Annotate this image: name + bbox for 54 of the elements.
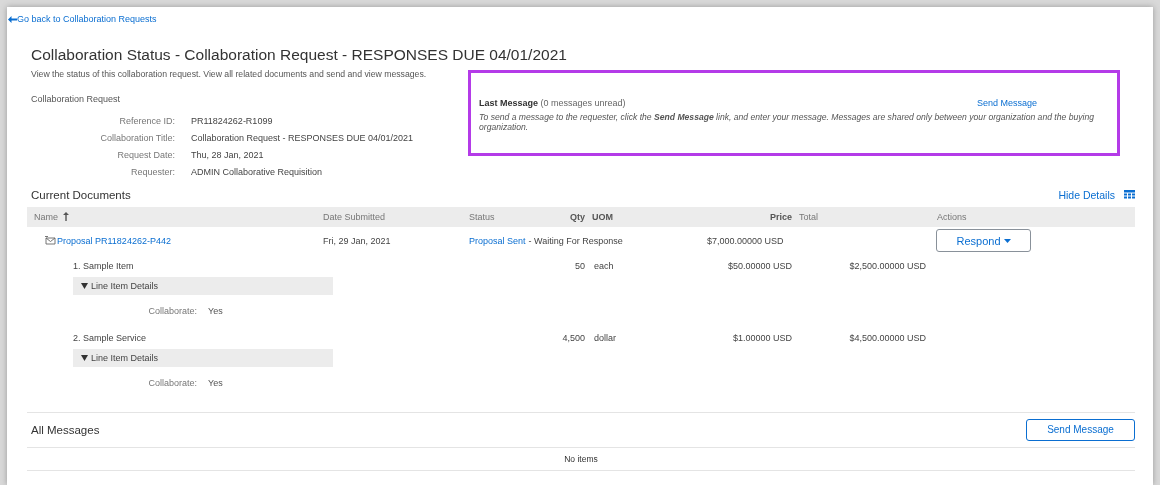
quantity-cell-text: 4,500 bbox=[561, 332, 585, 343]
status-link[interactable]: Proposal Sent bbox=[469, 235, 526, 246]
quantity-cell-text: 50 bbox=[574, 260, 585, 271]
sort-ascending-icon bbox=[63, 212, 69, 221]
column-header[interactable]: Actions bbox=[930, 211, 1135, 222]
field-label: Request Date: bbox=[116, 149, 175, 160]
section-heading: All Messages bbox=[31, 423, 100, 436]
field-label: Collaborate: bbox=[147, 377, 197, 388]
total-cell-text: $7,000.00000 USD bbox=[706, 235, 785, 246]
empty-message: No items bbox=[27, 447, 1135, 471]
page-title: Collaboration Status - Collaboration Request - RESPONSES DUE 04/01/2021 bbox=[31, 45, 568, 64]
message-instructions: To send a message to the requester, click the Send Message link, and enter your message. Messages are shared only between your organization and the buying organization. bbox=[479, 111, 1095, 133]
left-arrow-icon bbox=[8, 15, 17, 23]
field-value: ADMIN Collaborative Requisition bbox=[191, 166, 324, 177]
send-message-button[interactable]: Send Message bbox=[1026, 418, 1135, 441]
date-cell-text: Fri, 29 Jan, 2021 bbox=[322, 235, 392, 246]
send-message-link[interactable]: Send Message bbox=[976, 97, 1037, 108]
unit-cell-text: dollar bbox=[593, 332, 617, 343]
hide-details-link[interactable]: Hide Details bbox=[1058, 188, 1115, 201]
price-cell-text: $1.00000 USD bbox=[731, 332, 792, 343]
column-header[interactable]: Status bbox=[462, 211, 558, 222]
field-value: Yes bbox=[208, 377, 224, 388]
section-label: Collaboration Request bbox=[31, 93, 122, 104]
column-header[interactable]: Total bbox=[792, 211, 930, 222]
column-header[interactable]: Qty bbox=[558, 211, 585, 222]
field-label: Requester: bbox=[129, 166, 175, 177]
caret-icon bbox=[1003, 238, 1011, 243]
field-label: Collaboration Title: bbox=[99, 132, 175, 143]
table-icon[interactable] bbox=[1124, 190, 1135, 199]
field-label: Reference ID: bbox=[118, 115, 175, 126]
price-cell-text: $50.00000 USD bbox=[726, 260, 792, 271]
field-value: Collaboration Request - RESPONSES DUE 04/01/2021 bbox=[191, 132, 415, 143]
column-header[interactable]: UOM bbox=[585, 211, 700, 222]
back-link[interactable]: Go back to Collaboration Requests bbox=[8, 14, 157, 24]
section-heading: Current Documents bbox=[31, 188, 131, 201]
respond-button[interactable]: Respond bbox=[936, 229, 1031, 252]
item-name: 1. Sample Item bbox=[72, 260, 135, 271]
last-message-heading: Last Message (0 messages unread) bbox=[479, 97, 626, 108]
line-item-details-toggle[interactable]: Line Item Details bbox=[73, 276, 333, 295]
proposal-link[interactable]: Proposal PR11824262-P442 bbox=[57, 235, 171, 246]
total-cell-text: $2,500.00000 USD bbox=[848, 260, 927, 271]
column-header[interactable]: Date Submitted bbox=[316, 211, 462, 222]
unit-cell-text: each bbox=[593, 260, 615, 271]
column-header[interactable]: Name bbox=[27, 211, 316, 222]
status-text: - Waiting For Response bbox=[528, 235, 623, 246]
item-name: 2. Sample Service bbox=[72, 332, 148, 343]
total-cell-text: $4,500.00000 USD bbox=[848, 332, 927, 343]
column-header[interactable]: Price bbox=[700, 211, 792, 222]
field-value: Thu, 28 Jan, 2021 bbox=[191, 149, 265, 160]
field-label: Collaborate: bbox=[147, 305, 197, 316]
line-item-details-toggle[interactable]: Line Item Details bbox=[73, 348, 333, 367]
field-value: PR11824262-R1099 bbox=[191, 115, 274, 126]
field-value: Yes bbox=[208, 305, 224, 316]
page-description: View the status of this collaboration request. View all related documents and send and view messages. bbox=[31, 68, 428, 79]
